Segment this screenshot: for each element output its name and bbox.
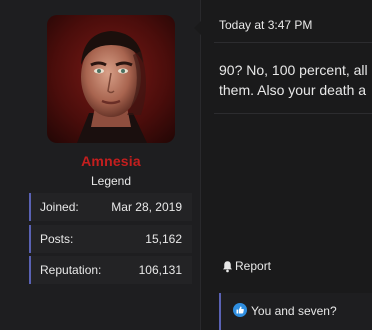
message-line: them. Also your death a <box>219 82 367 98</box>
stat-row-posts: Posts: 15,162 <box>29 225 192 253</box>
stat-row-joined: Joined: Mar 28, 2019 <box>29 193 192 221</box>
body-divider <box>214 113 372 114</box>
report-button[interactable]: Report <box>221 259 271 273</box>
header-divider <box>214 42 372 43</box>
message-line: 90? No, 100 percent, all <box>219 62 368 78</box>
reaction-bar[interactable]: You and seven? <box>219 293 372 330</box>
user-title: Legend <box>90 174 132 188</box>
message-area <box>201 0 372 330</box>
stat-value: 106,131 <box>138 263 182 277</box>
stat-value: Mar 28, 2019 <box>111 200 182 214</box>
message-body: 90? No, 100 percent, all them. Also your… <box>219 60 372 100</box>
stat-row-reputation: Reputation: 106,131 <box>29 256 192 284</box>
report-label: Report <box>235 259 272 273</box>
like-icon <box>233 303 247 317</box>
post-timestamp[interactable]: Today at 3:47 PM <box>219 18 312 32</box>
stat-value: 15,162 <box>145 232 182 246</box>
username[interactable]: Amnesia <box>0 153 222 169</box>
avatar[interactable] <box>47 15 175 143</box>
bell-icon <box>221 260 234 273</box>
post-container: Amnesia Legend Joined: Mar 28, 2019 Post… <box>0 0 372 330</box>
reaction-text[interactable]: You and seven? <box>251 304 337 318</box>
stat-label: Posts: <box>40 232 74 246</box>
user-info-column: Amnesia Legend Joined: Mar 28, 2019 Post… <box>0 0 200 330</box>
stat-label: Reputation: <box>40 263 102 277</box>
message-pointer-arrow <box>194 20 202 36</box>
stat-label: Joined: <box>40 200 79 214</box>
